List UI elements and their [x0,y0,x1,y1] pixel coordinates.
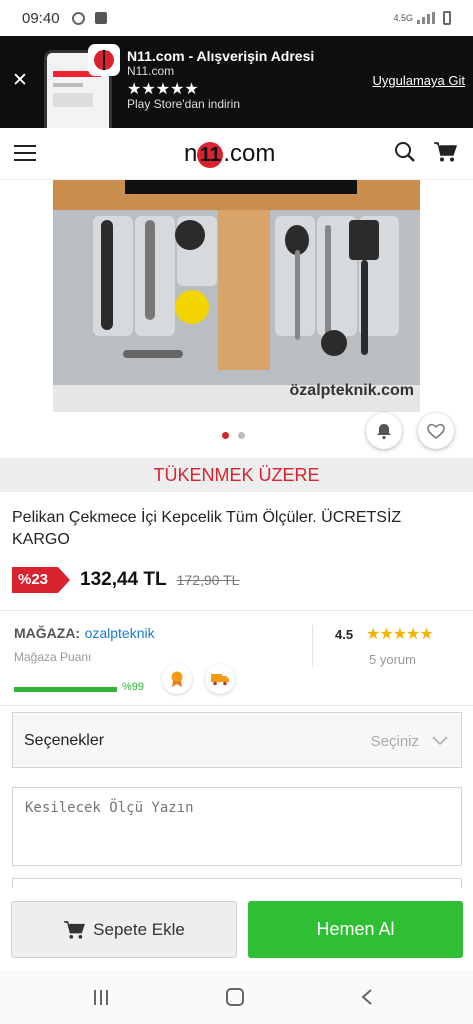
network-label: 4.5G [393,13,413,23]
status-bar: 09:40 4.5G [0,0,473,36]
custom-size-input[interactable] [12,787,462,866]
favorite-button[interactable] [418,413,454,449]
options-label: Seçenekler [24,732,105,749]
banner-title: N11.com - Alışverişin Adresi [127,48,315,64]
store-name-link[interactable]: ozalpteknik [85,625,155,641]
home-icon[interactable] [226,988,244,1006]
action-bar: Sepete Ekle Hemen Al [0,888,473,970]
rating-stars: ★★★★★ [366,626,434,643]
vertical-divider [312,625,313,667]
shipping-badge[interactable] [205,664,235,694]
app-logo [88,44,120,76]
store-score-percent: %99 [122,681,145,693]
heart-icon [427,423,445,439]
options-placeholder: Seçiniz [370,733,419,750]
options-select[interactable]: Seçenekler Seçiniz [12,712,462,768]
bell-icon [377,424,391,440]
add-to-cart-button[interactable]: Sepete Ekle [11,901,237,958]
back-icon[interactable] [360,988,374,1006]
store-score-label: Mağaza Puanı [14,650,92,664]
truck-icon [211,674,229,686]
current-price: 132,44 TL [80,569,167,590]
gallery-dot[interactable] [222,432,229,439]
menu-icon[interactable] [14,145,36,161]
search-icon[interactable] [394,141,416,163]
open-app-link[interactable]: Uygulamaya Git [373,73,465,88]
gallery-pagination[interactable] [222,432,245,439]
award-badge[interactable] [162,664,192,694]
app-root: 09:40 4.5G ✕ N11.com - Alışverişin Adres… [0,0,473,1024]
signal-icon [417,12,435,24]
image-watermark: özalpteknik.com [289,382,414,399]
battery-icon [443,11,451,25]
banner-rating-stars: ★★★★★ [127,81,199,98]
store-score-bar [14,687,117,692]
site-logo[interactable]: n 11 .com [184,140,275,168]
price-row: %23 132,44 TL 172,90 TL [12,567,239,593]
cart-icon[interactable] [433,141,457,163]
status-time: 09:40 [22,9,60,27]
divider [0,705,473,706]
sync-icon [71,11,85,25]
product-title: Pelikan Çekmece İçi Kepcelik Tüm Ölçüler… [12,509,402,548]
notification-icon [94,12,107,24]
award-icon [171,671,183,687]
logo-badge: 11 [197,141,224,168]
notify-button[interactable] [366,413,402,449]
site-header: n 11 .com [0,128,473,180]
ladybug-icon [94,50,114,70]
buy-now-button[interactable]: Hemen Al [248,901,463,958]
divider [0,610,473,611]
rating-value: 4.5 [335,627,354,642]
recents-icon[interactable] [94,990,108,1005]
discount-badge: %23 [12,567,71,593]
product-image[interactable]: özalpteknik.com [53,180,420,412]
product-gallery[interactable]: özalpteknik.com [0,180,473,456]
system-nav-bar [0,970,473,1024]
app-install-banner: ✕ N11.com - Alışverişin Adresi N11.com ★… [0,36,473,128]
close-icon[interactable]: ✕ [12,69,28,92]
cart-icon [64,920,86,939]
banner-subtitle: N11.com [127,64,175,78]
reviews-link[interactable]: 5 yorum [369,652,416,667]
old-price: 172,90 TL [176,572,240,588]
gallery-dot[interactable] [238,432,245,439]
add-to-cart-label: Sepete Ekle [93,919,185,939]
status-right: 4.5G [393,11,451,25]
stock-status-bar: TÜKENMEK ÜZERE [0,458,473,492]
store-info: MAĞAZA: ozalpteknik [14,625,155,643]
banner-store-text: Play Store'dan indirin [127,97,241,111]
chevron-down-icon [432,736,448,746]
store-label: MAĞAZA: [14,625,81,641]
buy-now-label: Hemen Al [316,919,395,939]
